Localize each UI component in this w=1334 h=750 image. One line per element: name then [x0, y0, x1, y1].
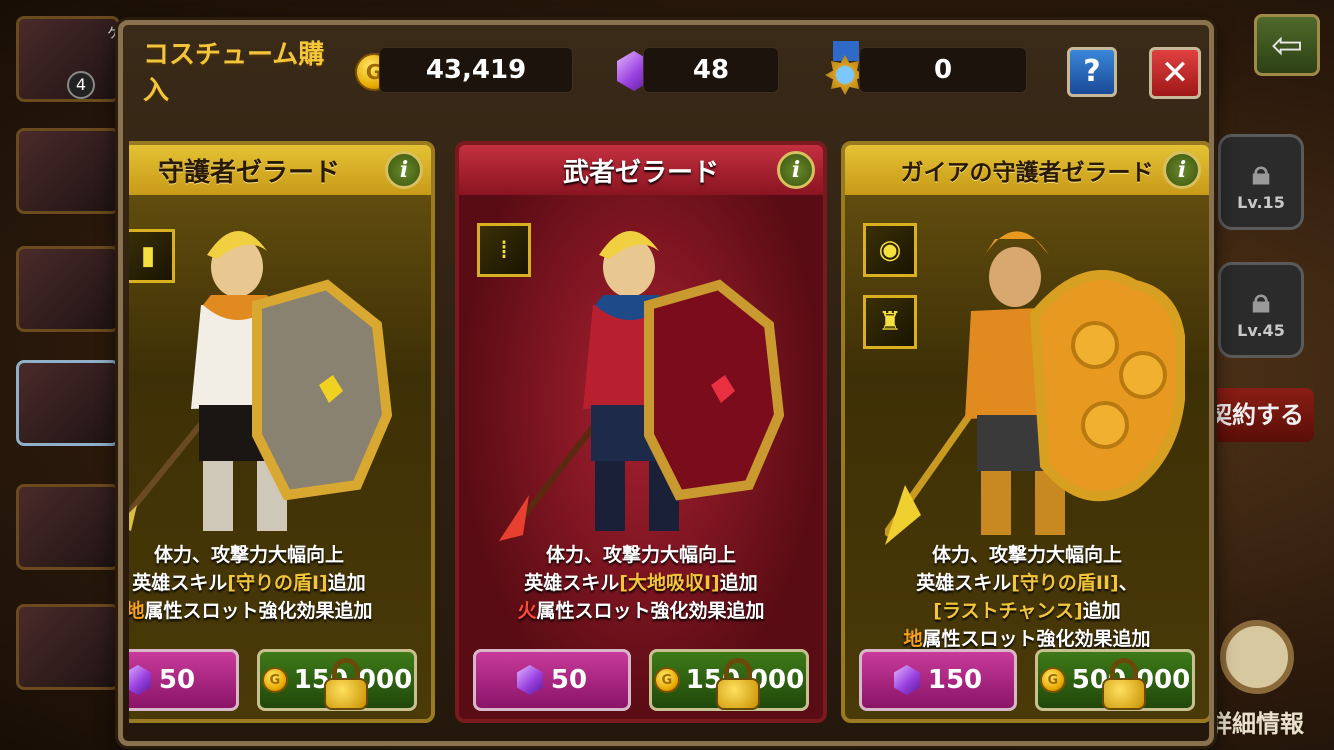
desc-line: 英雄スキル[守りの盾II]、 [845, 569, 1209, 597]
hero-figure [885, 231, 1185, 545]
gem-balance: 48 [643, 47, 779, 93]
desc-line: 火属性スロット強化効果追加 [459, 597, 823, 625]
detail-info-label[interactable]: 詳細情報 [1208, 704, 1304, 739]
costume-thumb[interactable] [16, 128, 120, 214]
costume-name: ガイアの守護者ゼラード [845, 145, 1209, 195]
gem-price: 50 [550, 665, 588, 695]
gem-icon [129, 665, 151, 695]
price-row: 50 G150,000 [129, 645, 431, 715]
costume-description: 体力、攻撃力大幅向上 英雄スキル[守りの盾II]、 [ラストチャンス]追加 地属… [845, 541, 1209, 653]
desc-text: 英雄スキル [132, 572, 228, 594]
skill-name: [大地吸収I] [619, 572, 720, 594]
skill-name: [守りの盾II] [1011, 572, 1119, 594]
desc-line: 英雄スキル[守りの盾I]追加 [129, 569, 431, 597]
skill-name: [守りの盾I] [227, 572, 328, 594]
close-button[interactable]: ✕ [1149, 47, 1201, 99]
gold-coin-icon: G [653, 667, 680, 693]
desc-text: 、 [1118, 572, 1138, 594]
buy-with-gems-button[interactable]: 50 [129, 649, 239, 711]
costume-thumb-selected[interactable] [16, 360, 120, 446]
buy-with-gems-button[interactable]: 150 [859, 649, 1017, 711]
gold-balance: 43,419 [379, 47, 573, 93]
desc-text: 英雄スキル [524, 572, 620, 594]
gold-coin-icon: G [261, 667, 288, 693]
padlock-icon [324, 658, 368, 710]
hero-portrait[interactable]: 4 ケ [16, 16, 121, 102]
buy-with-gold-button[interactable]: G500,000 [1035, 649, 1195, 711]
costume-card[interactable]: 武者ゼラード i ⁞ 体力、攻撃力大幅向上 英雄スキル[大地吸収I]追加 火属性… [455, 141, 827, 723]
hero-figure [499, 230, 785, 541]
info-button[interactable]: i [385, 151, 423, 189]
desc-text: 追加 [327, 572, 366, 594]
costume-thumb[interactable] [16, 246, 120, 332]
desc-line: 地属性スロット強化効果追加 [129, 597, 431, 625]
price-row: 50 G150,000 [459, 645, 823, 715]
costume-card[interactable]: 守護者ゼラード i ▮ 体力、攻撃力大幅向上 英雄スキル[守りの盾I]追加 地属… [129, 141, 435, 723]
costume-purchase-modal: コスチューム購入 G 43,419 48 0 ? ✕ 守護者ゼラード i ▮ 体… [118, 20, 1214, 746]
contract-button[interactable]: 契約する [1208, 388, 1314, 442]
back-arrow-icon: ⇦ [1271, 23, 1303, 67]
skill-name: [ラストチャンス] [933, 600, 1083, 622]
costume-name: 武者ゼラード [459, 145, 823, 195]
element-label: 地 [129, 600, 145, 622]
modal-title: コスチューム購入 [143, 40, 325, 106]
costume-thumb-locked[interactable] [16, 604, 120, 690]
medal-balance: 0 [859, 47, 1027, 93]
costume-thumb-locked[interactable] [16, 484, 120, 570]
desc-text: 英雄スキル [916, 572, 1012, 594]
desc-text: 属性スロット強化効果追加 [536, 600, 765, 622]
back-button[interactable]: ⇦ [1254, 14, 1320, 76]
costume-description: 体力、攻撃力大幅向上 英雄スキル[大地吸収I]追加 火属性スロット強化効果追加 [459, 541, 823, 625]
buy-with-gems-button[interactable]: 50 [473, 649, 631, 711]
gem-icon [893, 665, 920, 695]
costume-card[interactable]: ガイアの守護者ゼラード i ◉ ♜ 体力、攻撃力大幅向上 英雄スキル[守りの盾I… [841, 141, 1209, 723]
hero-roster: 4 ケ [0, 0, 121, 750]
magnifier-icon[interactable] [1220, 620, 1294, 694]
modal-header: コスチューム購入 G 43,419 48 0 ? ✕ [123, 25, 1209, 121]
right-panel: ⇦ 🔒︎ Lv.15 🔒︎ Lv.45 契約する 詳細情報 [1204, 0, 1334, 750]
locked-slot[interactable]: 🔒︎ Lv.45 [1218, 262, 1304, 358]
gem-price: 150 [927, 665, 983, 695]
lock-icon: 🔒︎ [1251, 280, 1271, 321]
desc-text: 属性スロット強化効果追加 [144, 600, 373, 622]
costume-description: 体力、攻撃力大幅向上 英雄スキル[守りの盾I]追加 地属性スロット強化効果追加 [129, 541, 431, 625]
desc-line: [ラストチャンス]追加 [845, 597, 1209, 625]
desc-text: 追加 [1082, 600, 1121, 622]
desc-line: 英雄スキル[大地吸収I]追加 [459, 569, 823, 597]
desc-line: 体力、攻撃力大幅向上 [153, 544, 344, 566]
buy-with-gold-button[interactable]: G150,000 [257, 649, 417, 711]
element-label: 火 [517, 600, 537, 622]
padlock-icon [1102, 658, 1146, 710]
gem-price: 50 [158, 665, 196, 695]
buy-with-gold-button[interactable]: G150,000 [649, 649, 809, 711]
info-button[interactable]: i [777, 151, 815, 189]
gem-icon [516, 665, 543, 695]
desc-line: 体力、攻撃力大幅向上 [931, 544, 1122, 566]
desc-line: 体力、攻撃力大幅向上 [545, 544, 736, 566]
gold-coin-icon: G [1039, 667, 1066, 693]
help-button[interactable]: ? [1067, 47, 1117, 97]
desc-text: 追加 [719, 572, 758, 594]
locked-slot[interactable]: 🔒︎ Lv.15 [1218, 134, 1304, 230]
locked-slot-level: Lv.15 [1237, 192, 1285, 212]
padlock-icon [716, 658, 760, 710]
info-button[interactable]: i [1163, 151, 1201, 189]
hero-figure [129, 230, 393, 531]
lock-icon: 🔒︎ [1251, 152, 1271, 193]
costume-card-list: 守護者ゼラード i ▮ 体力、攻撃力大幅向上 英雄スキル[守りの盾I]追加 地属… [129, 137, 1209, 727]
price-row: 150 G500,000 [845, 645, 1209, 715]
locked-slot-level: Lv.45 [1237, 320, 1285, 340]
hero-level-badge: 4 [67, 71, 95, 99]
